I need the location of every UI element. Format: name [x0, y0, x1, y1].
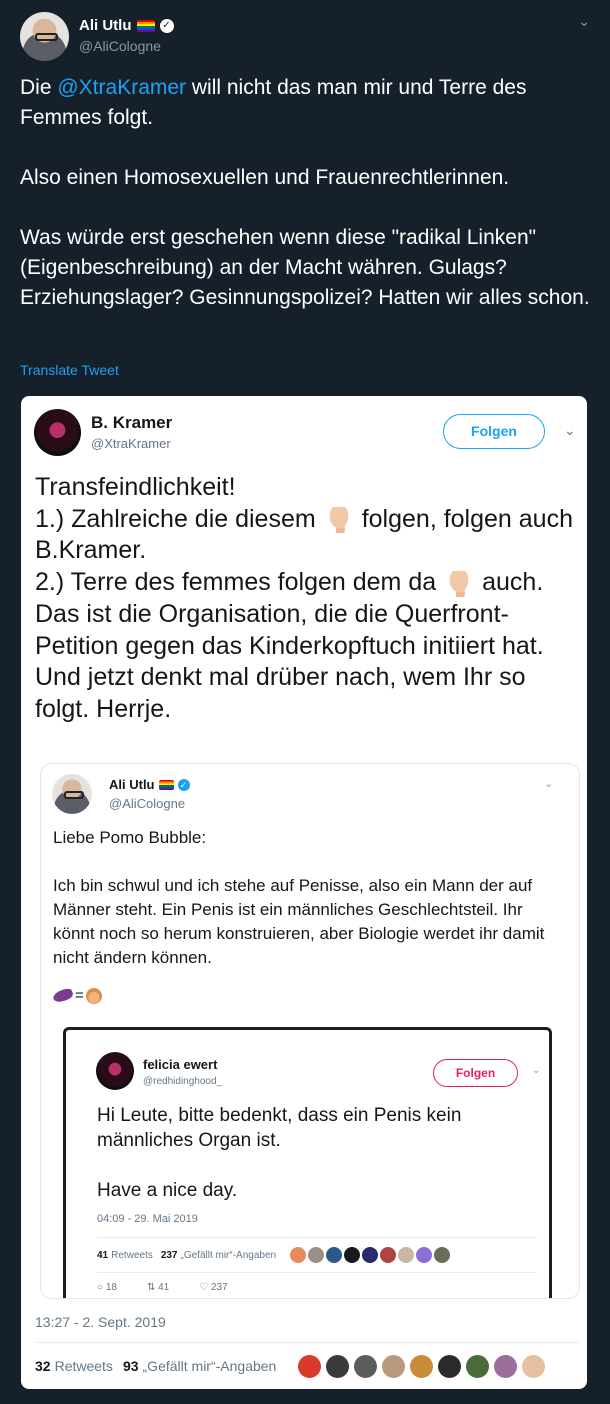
- emoji-line: =: [51, 986, 102, 1005]
- chevron-down-icon: ⌄: [544, 778, 554, 790]
- embedded-screenshot[interactable]: B. Kramer @XtraKramer Folgen ⌄ Transfein…: [21, 396, 587, 1389]
- kramer-avatar: [34, 409, 81, 456]
- author-avatar[interactable]: [20, 12, 69, 61]
- chevron-down-icon[interactable]: ⌄: [578, 13, 590, 30]
- liker-avatar: [326, 1247, 343, 1263]
- tweet-paragraph: Was würde erst geschehen wenn diese "rad…: [20, 226, 590, 309]
- liker-avatar: [494, 1354, 518, 1378]
- like-icon: ♡ 237: [199, 1282, 228, 1293]
- quoted-tweet: Ali Utlu ✓ @AliCologne ⌄ Liebe Pomo Bubb…: [40, 763, 580, 1299]
- liker-avatars: [298, 1354, 546, 1378]
- liker-avatar: [344, 1247, 361, 1263]
- liker-avatar: [380, 1247, 397, 1263]
- tweet-paragraph: Die @XtraKramer will nicht das man mir u…: [20, 76, 527, 129]
- tweet-text: Die @XtraKramer will nicht das man mir u…: [20, 73, 590, 343]
- liker-avatar: [382, 1354, 406, 1378]
- translate-tweet-link[interactable]: Translate Tweet: [20, 362, 119, 378]
- tweet-paragraph: Also einen Homosexuellen und Frauenrecht…: [20, 166, 510, 189]
- author-handle[interactable]: @AliCologne: [79, 38, 161, 54]
- liker-avatar: [522, 1354, 546, 1378]
- kramer-stats: 32 Retweets 93 „Gefällt mir“-Angaben: [35, 1342, 579, 1389]
- liker-avatar: [434, 1247, 451, 1263]
- nested-date: 04:09 - 29. Mai 2019: [97, 1213, 198, 1225]
- pointing-down-icon: [446, 570, 473, 597]
- face-icon: [85, 987, 102, 1004]
- liker-avatar: [290, 1247, 307, 1263]
- rainbow-flag-icon: [158, 779, 174, 790]
- quoted-avatar: [52, 774, 92, 814]
- chevron-down-icon: ⌄: [564, 422, 576, 438]
- quoted-author-handle: @AliCologne: [109, 796, 186, 811]
- liker-avatar: [466, 1354, 490, 1378]
- kramer-name: B. Kramer: [91, 413, 173, 432]
- nested-author-handle: @redhidinghood_: [143, 1076, 223, 1087]
- felicia-avatar: [96, 1052, 134, 1090]
- liker-avatar: [362, 1247, 379, 1263]
- liker-avatar: [308, 1247, 325, 1263]
- kramer-date: 13:27 - 2. Sept. 2019: [35, 1314, 166, 1330]
- quoted-author-name: Ali Utlu ✓: [109, 777, 190, 792]
- nested-author-name: felicia ewert: [143, 1057, 218, 1072]
- pointing-down-icon: [325, 507, 352, 534]
- nested-actions: ○ 18 ⇅ 41 ♡ 237: [97, 1282, 228, 1293]
- author-name[interactable]: Ali Utlu ✓: [79, 17, 174, 34]
- liker-avatars: [290, 1247, 451, 1263]
- kramer-tweet-text: Transfeindlichkeit! 1.) Zahlreiche die d…: [35, 473, 573, 723]
- nested-quoted-screenshot: felicia ewert @redhidinghood_ Folgen ⌄ H…: [63, 1027, 552, 1298]
- follow-button: Folgen: [433, 1059, 518, 1087]
- rainbow-flag-icon: [136, 19, 155, 32]
- liker-avatar: [298, 1354, 322, 1378]
- liker-avatar: [326, 1354, 350, 1378]
- nested-stats: 41 Retweets 237 „Gefällt mir“-Angaben: [97, 1237, 537, 1273]
- quoted-text: Liebe Pomo Bubble: Ich bin schwul und ic…: [53, 828, 545, 967]
- liker-avatar: [438, 1354, 462, 1378]
- nested-text: Hi Leute, bitte bedenkt, dass ein Penis …: [97, 1105, 462, 1201]
- verified-badge-icon: ✓: [177, 778, 190, 791]
- follow-button: Folgen: [443, 414, 545, 449]
- liker-avatar: [410, 1354, 434, 1378]
- retweet-icon: ⇅ 41: [146, 1282, 170, 1293]
- reply-icon: ○ 18: [97, 1282, 117, 1293]
- kramer-handle: @XtraKramer: [91, 436, 171, 451]
- eggplant-icon: [51, 986, 75, 1005]
- liker-avatar: [354, 1354, 378, 1378]
- mention-link[interactable]: @XtraKramer: [57, 76, 186, 99]
- chevron-down-icon: ⌄: [532, 1065, 541, 1076]
- liker-avatar: [398, 1247, 415, 1263]
- liker-avatar: [416, 1247, 433, 1263]
- verified-badge-icon: ✓: [159, 18, 174, 33]
